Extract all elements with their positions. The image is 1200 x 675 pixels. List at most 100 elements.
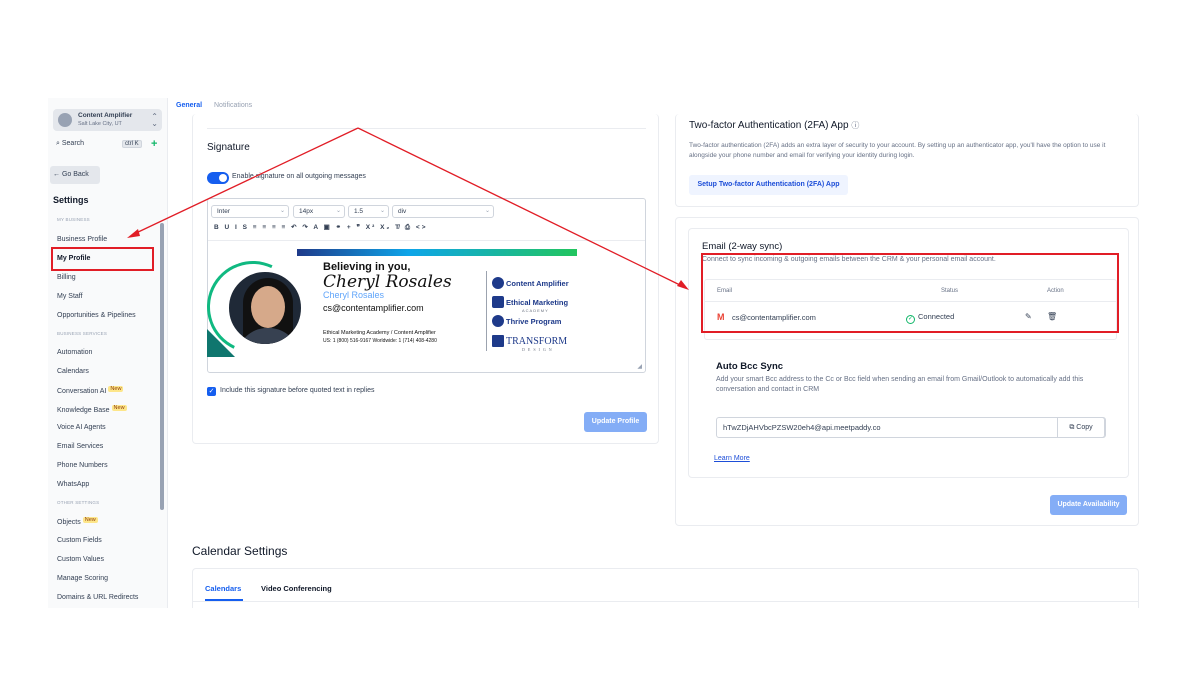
top-tabs: General Notifications <box>168 98 1152 114</box>
sidebar-item-business-profile[interactable]: Business Profile <box>57 236 107 243</box>
go-back-button[interactable]: ← Go Back <box>50 166 100 184</box>
sidebar-item-conversation-ai[interactable]: Conversation AI New <box>57 386 124 395</box>
logo-text: Thrive Program <box>506 317 562 326</box>
tab-calendars[interactable]: Calendars <box>205 584 241 593</box>
knowledge-base-label: Knowledge Base <box>57 407 110 414</box>
line-height-value: 1.5 <box>354 208 364 215</box>
sidebar-item-custom-values[interactable]: Custom Values <box>57 556 104 563</box>
resize-handle-icon[interactable]: ◢ <box>637 363 642 370</box>
sidebar-item-whatsapp[interactable]: WhatsApp <box>57 481 89 488</box>
signature-divider <box>486 271 487 351</box>
signature-photo <box>226 269 304 347</box>
size-select[interactable]: 14px ⌄ <box>293 205 345 218</box>
checkbox-icon[interactable]: ✓ <box>207 387 216 396</box>
objects-label: Objects <box>57 519 81 526</box>
logo-text: TRANSFORM <box>506 336 568 347</box>
search-label: Search <box>61 140 85 147</box>
learn-more-link[interactable]: Learn More <box>714 455 750 462</box>
location-name: Content Amplifier <box>78 112 133 119</box>
twofa-title: Two-factor Authentication (2FA) App ⓘ <box>689 120 859 131</box>
location-switcher[interactable]: Content Amplifier Salt Lake City, UT ⌃ ⌄ <box>53 109 162 131</box>
info-icon[interactable]: ⓘ <box>851 121 859 130</box>
sidebar-item-calendars[interactable]: Calendars <box>57 368 89 375</box>
logo-text: Content Amplifier <box>506 279 569 288</box>
section-business-services: BUSINESS SERVICES <box>57 331 108 336</box>
sidebar-item-automation[interactable]: Automation <box>57 349 92 356</box>
email-card: Email (2-way sync) Connect to sync incom… <box>675 217 1139 526</box>
block-select[interactable]: div ⌄ <box>392 205 494 218</box>
signature-email: cs@contentamplifier.com <box>323 303 424 313</box>
search-shortcut: ctrl K <box>122 140 142 148</box>
twofa-card: Two-factor Authentication (2FA) App ⓘ Tw… <box>675 114 1139 207</box>
size-value: 14px <box>299 208 314 215</box>
section-other-settings: OTHER SETTINGS <box>57 500 100 505</box>
sidebar-item-email-services[interactable]: Email Services <box>57 443 103 450</box>
logo-icon <box>492 277 504 289</box>
signature-name: Cheryl Rosales <box>323 290 385 300</box>
line-height-select[interactable]: 1.5 ⌄ <box>348 205 389 218</box>
copy-label: Copy <box>1076 424 1093 431</box>
divider <box>207 128 646 129</box>
include-label: Include this signature before quoted tex… <box>220 387 375 394</box>
tab-notifications[interactable]: Notifications <box>214 102 252 109</box>
logo-content-amplifier: Content Amplifier <box>492 277 569 289</box>
bcc-description: Add your smart Bcc address to the Cc or … <box>716 376 1084 393</box>
signature-org: Ethical Marketing Academy / Content Ampl… <box>323 330 436 336</box>
sidebar-item-voice-ai[interactable]: Voice AI Agents <box>57 424 106 431</box>
toolbar-divider <box>208 240 645 241</box>
signature-phones: US: 1 (800) 516-9167 Worldwide: 1 (714) … <box>323 338 437 344</box>
signature-toggle[interactable] <box>207 172 229 184</box>
annotation-box-my-profile <box>51 247 154 271</box>
calendar-card: Calendars Video Conferencing <box>192 568 1139 608</box>
logo-text: Ethical Marketing <box>506 298 569 307</box>
section-my-business: MY BUSINESS <box>57 217 90 222</box>
sidebar-item-manage-scoring[interactable]: Manage Scoring <box>57 575 108 582</box>
twofa-description: Two-factor authentication (2FA) adds an … <box>689 142 1106 159</box>
signature-title: Signature <box>207 142 250 153</box>
email-sync-title: Email (2-way sync) <box>702 241 783 252</box>
signature-editor[interactable]: Inter ⌄ 14px ⌄ 1.5 ⌄ div ⌄ B U I S ≡ ≡ ≡ ≡ ↶… <box>194 198 646 373</box>
sidebar-scrollbar[interactable] <box>160 223 164 510</box>
app-frame: Content Amplifier Salt Lake City, UT ⌃ ⌄ … <box>48 98 1152 608</box>
chevron-down-icon: ⌄ <box>379 208 385 214</box>
update-availability-button[interactable]: Update Availability <box>1050 495 1127 515</box>
font-value: Inter <box>217 208 231 215</box>
sidebar-search[interactable]: ⌕ Search <box>56 140 84 148</box>
chevron-updown-icon: ⌃ ⌄ <box>151 112 158 128</box>
sidebar-item-phone-numbers[interactable]: Phone Numbers <box>57 462 108 469</box>
bcc-title: Auto Bcc Sync <box>716 361 784 372</box>
block-value: div <box>398 208 407 215</box>
twofa-title-text: Two-factor Authentication (2FA) App <box>689 120 849 131</box>
logo-transform: TRANSFORM D E S I G N <box>492 335 567 352</box>
update-profile-button[interactable]: Update Profile <box>584 412 647 432</box>
logo-sub: ACADEMY <box>522 308 549 313</box>
new-badge: New <box>111 405 127 411</box>
logo-icon <box>492 335 504 347</box>
sidebar-item-domains[interactable]: Domains & URL Redirects <box>57 594 138 601</box>
sidebar-item-knowledge-base[interactable]: Knowledge Base New <box>57 405 127 414</box>
tab-general[interactable]: General <box>176 102 202 109</box>
sidebar-item-billing[interactable]: Billing <box>57 274 76 281</box>
bcc-address-field[interactable]: hTwZDjAHVbcPZSW20eh4@api.meetpaddy.co ⧉ … <box>716 417 1106 438</box>
sidebar-item-my-staff[interactable]: My Staff <box>57 293 83 300</box>
tab-video-conferencing[interactable]: Video Conferencing <box>261 584 332 593</box>
location-city: Salt Lake City, UT <box>78 121 122 127</box>
logo-ethical-marketing: Ethical Marketing ACADEMY <box>492 296 568 313</box>
copy-icon: ⧉ <box>1069 424 1075 431</box>
sidebar: Content Amplifier Salt Lake City, UT ⌃ ⌄ … <box>48 98 168 608</box>
settings-title: Settings <box>53 195 89 205</box>
font-select[interactable]: Inter ⌄ <box>211 205 289 218</box>
copy-button[interactable]: ⧉ Copy <box>1057 417 1105 438</box>
sidebar-item-objects[interactable]: Objects New <box>57 517 98 526</box>
sidebar-item-opportunities[interactable]: Opportunities & Pipelines <box>57 312 136 319</box>
formatting-toolbar[interactable]: B U I S ≡ ≡ ≡ ≡ ↶ ↷ A ▣ ⚭ + ❞ X² X₂ T̸ ⎙… <box>214 223 427 232</box>
include-signature-option[interactable]: ✓ Include this signature before quoted te… <box>207 387 375 396</box>
sidebar-item-custom-fields[interactable]: Custom Fields <box>57 537 102 544</box>
signature-handwritten-name: Cheryl Rosales <box>323 272 452 292</box>
add-icon[interactable]: + <box>151 138 157 150</box>
signature-toggle-label: Enable signature on all outgoing message… <box>232 173 366 180</box>
signature-corner <box>207 329 235 357</box>
toggle-knob <box>219 174 227 182</box>
logo-icon <box>492 315 504 327</box>
setup-2fa-button[interactable]: Setup Two-factor Authentication (2FA) Ap… <box>689 175 848 195</box>
